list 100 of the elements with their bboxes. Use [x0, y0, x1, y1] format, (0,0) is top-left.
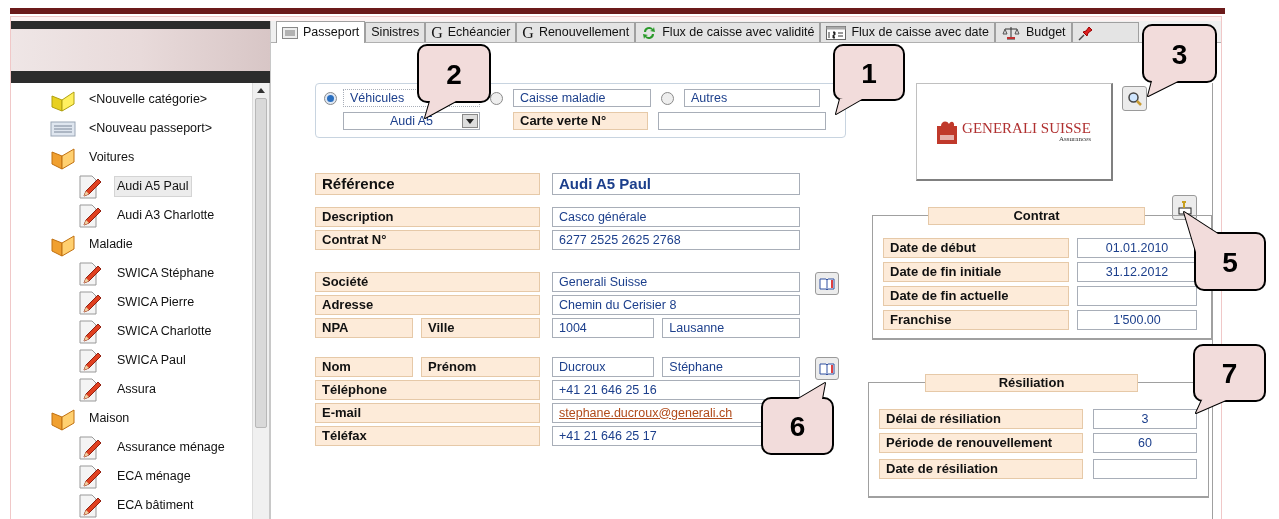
text-field[interactable]: Lausanne [662, 318, 800, 338]
text-field[interactable]: Casco générale [552, 207, 800, 227]
folder-icon [50, 232, 76, 257]
tree-item[interactable]: Maison [86, 408, 133, 429]
radio-button[interactable] [324, 91, 337, 105]
tree-item[interactable]: Maladie [86, 234, 136, 255]
scroll-up-arrow-icon[interactable] [257, 88, 265, 93]
address-book-button[interactable] [815, 357, 839, 380]
field-label: Carte verte N° [513, 112, 648, 130]
tab[interactable]: Flux de caisse avec validité [635, 22, 821, 42]
text-field[interactable]: Stéphane [662, 357, 800, 377]
tab[interactable]: Passeport [276, 21, 366, 43]
text-field[interactable] [1093, 459, 1197, 479]
text-field[interactable]: 6277 2525 2625 2768 [552, 230, 800, 250]
tree-item[interactable]: <Nouveau passeport> [86, 118, 215, 139]
tree-item[interactable]: Assurance ménage [114, 437, 228, 458]
search-button[interactable] [1122, 86, 1147, 111]
scales-icon [1000, 25, 1021, 40]
field-label: Prénom [421, 357, 540, 377]
g-glyph-icon: G [431, 24, 443, 41]
text-field[interactable]: 3 [1093, 409, 1197, 429]
field-label: Téléphone [315, 380, 540, 400]
tab[interactable]: Flux de caisse avec date [820, 22, 995, 42]
book-icon [819, 361, 835, 376]
document-pencil-icon [78, 173, 102, 200]
field-label: Délai de résiliation [879, 409, 1083, 429]
field-label: Ville [421, 318, 540, 338]
callout-tooltip: 1 [832, 43, 906, 116]
list-icon [282, 26, 298, 39]
text-field[interactable] [1077, 286, 1197, 306]
list-icon [50, 120, 76, 137]
document-pencil-icon [78, 463, 102, 490]
tree-item[interactable]: ECA bâtiment [114, 495, 197, 516]
text-field[interactable]: Generali Suisse [552, 272, 800, 292]
text-field[interactable]: +41 21 646 25 16 [552, 380, 800, 400]
text-field[interactable]: 1004 [552, 318, 655, 338]
option-label[interactable]: Autres [684, 89, 820, 107]
field-label: E-mail [315, 403, 540, 423]
field-label: Description [315, 207, 540, 227]
callout-tooltip: 7 [1192, 343, 1267, 415]
tab[interactable]: G Echéancier [425, 22, 517, 42]
document-pencil-icon [78, 289, 102, 316]
address-book-button[interactable] [815, 272, 839, 295]
text-field[interactable]: 01.01.2010 [1077, 238, 1197, 258]
group-title: Résiliation [925, 374, 1138, 392]
tree-item[interactable]: Assura [114, 379, 159, 400]
field-label: Adresse [315, 295, 540, 315]
tree-item[interactable]: SWICA Charlotte [114, 321, 215, 342]
folder-icon [50, 406, 76, 431]
caret-icon [462, 114, 478, 128]
tab[interactable]: Sinistres [365, 22, 426, 42]
tab[interactable] [1071, 22, 1139, 42]
scrollbar[interactable] [252, 83, 269, 519]
text-field[interactable]: 60 [1093, 433, 1197, 453]
tree-item[interactable]: Voitures [86, 147, 138, 168]
field-label: Période de renouvellement [879, 433, 1083, 453]
field-label: Date de fin actuelle [883, 286, 1069, 306]
field-label: Franchise [883, 310, 1069, 330]
tree-item[interactable]: ECA ménage [114, 466, 194, 487]
field-label: Nom [315, 357, 413, 377]
text-field[interactable]: 31.12.2012 [1077, 262, 1197, 282]
document-pencil-icon [78, 318, 102, 345]
calendar-icon [826, 25, 847, 40]
tree-item[interactable]: Audi A3 Charlotte [114, 205, 218, 226]
radio-button[interactable] [490, 91, 503, 105]
text-field[interactable]: 1'500.00 [1077, 310, 1197, 330]
text-field[interactable]: Chemin du Cerisier 8 [552, 295, 800, 315]
field-label: Société [315, 272, 540, 292]
callout-tooltip: 5 [1182, 210, 1267, 292]
document-pencil-icon [78, 347, 102, 374]
option-label[interactable]: Caisse maladie [513, 89, 651, 107]
group-title: Contrat [928, 207, 1145, 225]
printer-icon [1176, 199, 1193, 216]
field-label: Date de résiliation [879, 459, 1083, 479]
field-label: Contrat N° [315, 230, 540, 250]
field-label: Date de début [883, 238, 1069, 258]
document-pencil-icon [78, 434, 102, 461]
text-field[interactable] [658, 112, 826, 130]
tab[interactable]: Budget [994, 22, 1072, 42]
document-pencil-icon [78, 202, 102, 229]
search-icon [1126, 90, 1143, 107]
field-label: Référence [315, 173, 540, 195]
book-icon [819, 276, 835, 291]
tree-item[interactable]: SWICA Pierre [114, 292, 198, 313]
tab[interactable]: G Renouvellement [516, 22, 636, 42]
radio-button[interactable] [661, 91, 674, 105]
folder-icon [50, 145, 76, 170]
tree-item[interactable]: Audi A5 Paul [114, 176, 192, 197]
document-pencil-icon [78, 376, 102, 403]
text-field[interactable]: Ducroux [552, 357, 655, 377]
callout-tooltip: 6 [760, 381, 835, 456]
field-label: Date de fin initiale [883, 262, 1069, 282]
tree-item[interactable]: <Nouvelle catégorie> [86, 89, 211, 110]
text-field[interactable]: Audi A5 Paul [552, 173, 800, 195]
callout-tooltip: 3 [1141, 23, 1218, 98]
recycle-icon [641, 24, 658, 41]
tree-item[interactable]: SWICA Paul [114, 350, 189, 371]
document-pencil-icon [78, 260, 102, 287]
pushpin-icon [1077, 24, 1094, 41]
tree-item[interactable]: SWICA Stéphane [114, 263, 218, 284]
